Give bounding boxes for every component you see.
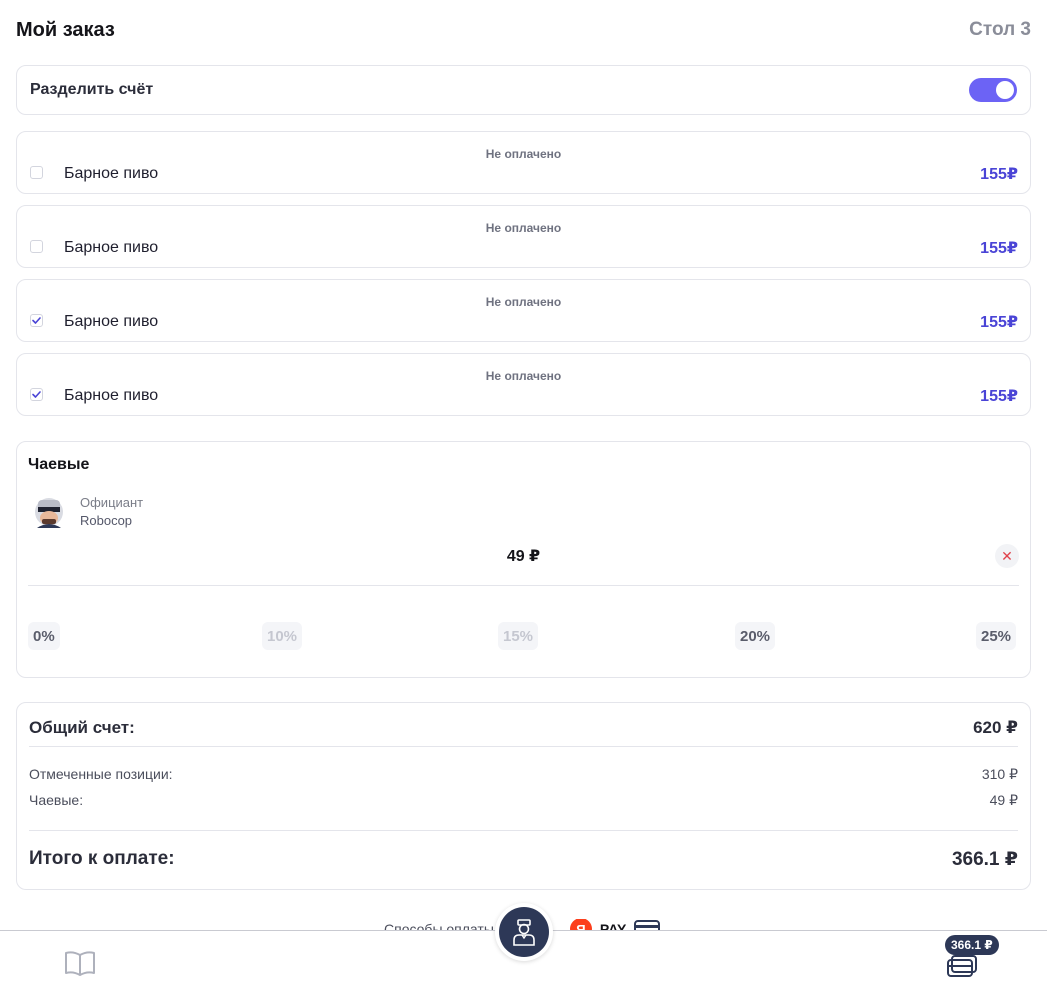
checked-items-label: Отмеченные позиции:: [29, 766, 173, 782]
final-total-label: Итого к оплате:: [29, 848, 175, 869]
divider: [29, 830, 1018, 831]
table-number: Стол 3: [969, 19, 1031, 40]
final-total-value: 366.1 ₽: [951, 849, 1018, 870]
item-name: Барное пиво: [64, 387, 159, 404]
tips-card: Чаевые Официант Robocop 49 ₽ ✕ 0% 10% 15…: [16, 441, 1031, 678]
total-row: Общий счет: 620 ₽: [29, 718, 1018, 738]
waiter-name: Robocop: [80, 513, 133, 528]
tips-label: Чаевые:: [29, 792, 84, 808]
total-value: 620 ₽: [973, 718, 1018, 737]
item-checkbox[interactable]: [30, 240, 43, 253]
close-icon[interactable]: ✕: [995, 544, 1019, 568]
item-checkbox[interactable]: [30, 314, 43, 327]
tips-title: Чаевые: [28, 456, 90, 473]
item-name: Барное пиво: [64, 165, 159, 182]
page-title: Мой заказ: [16, 18, 115, 41]
cards-icon[interactable]: [947, 954, 977, 978]
total-label: Общий счет:: [29, 718, 135, 737]
payment-status: Не оплачено: [485, 221, 562, 235]
tip-amount[interactable]: 49 ₽: [17, 546, 1030, 566]
divider: [28, 585, 1019, 586]
item-price: 155₽: [980, 314, 1018, 331]
tips-value: 49 ₽: [989, 792, 1018, 808]
tip-percent-10[interactable]: 10%: [262, 622, 303, 650]
split-bill-toggle[interactable]: [969, 78, 1017, 102]
waiter-role: Официант: [80, 495, 144, 510]
divider: [29, 746, 1018, 747]
split-bill-row: Разделить счёт: [16, 65, 1031, 115]
item-price: 155₽: [980, 240, 1018, 257]
split-bill-label: Разделить счёт: [30, 81, 154, 98]
order-item: Не оплачено Барное пиво 155₽: [16, 353, 1031, 416]
order-item: Не оплачено Барное пиво 155₽: [16, 279, 1031, 342]
waiter-avatar: [35, 498, 63, 528]
checked-items-row: Отмеченные позиции: 310 ₽: [29, 766, 1018, 783]
final-total-row: Итого к оплате: 366.1 ₽: [29, 848, 1018, 871]
payment-status: Не оплачено: [485, 147, 562, 161]
waiter-icon: [499, 907, 549, 957]
order-item: Не оплачено Барное пиво 155₽: [16, 205, 1031, 268]
header: Мой заказ Стол 3: [16, 16, 1031, 44]
tip-percent-15[interactable]: 15%: [498, 622, 539, 650]
totals-card: Общий счет: 620 ₽ Отмеченные позиции: 31…: [16, 702, 1031, 890]
tips-row: Чаевые: 49 ₽: [29, 792, 1018, 809]
toggle-knob: [996, 81, 1014, 99]
tip-percent-0[interactable]: 0%: [28, 622, 60, 650]
tip-percent-25[interactable]: 25%: [976, 622, 1017, 650]
payment-status: Не оплачено: [485, 369, 562, 383]
item-price: 155₽: [980, 388, 1018, 405]
item-checkbox[interactable]: [30, 388, 43, 401]
payment-status: Не оплачено: [485, 295, 562, 309]
book-icon[interactable]: [64, 948, 96, 978]
item-name: Барное пиво: [64, 313, 159, 330]
check-icon: [32, 317, 41, 324]
item-price: 155₽: [980, 166, 1018, 183]
check-icon: [32, 391, 41, 398]
tip-percent-20[interactable]: 20%: [735, 622, 776, 650]
cart-total-badge: 366.1 ₽: [945, 935, 999, 955]
order-item: Не оплачено Барное пиво 155₽: [16, 131, 1031, 194]
item-checkbox[interactable]: [30, 166, 43, 179]
call-waiter-button[interactable]: [495, 903, 553, 961]
checked-items-value: 310 ₽: [981, 766, 1018, 782]
item-name: Барное пиво: [64, 239, 159, 256]
